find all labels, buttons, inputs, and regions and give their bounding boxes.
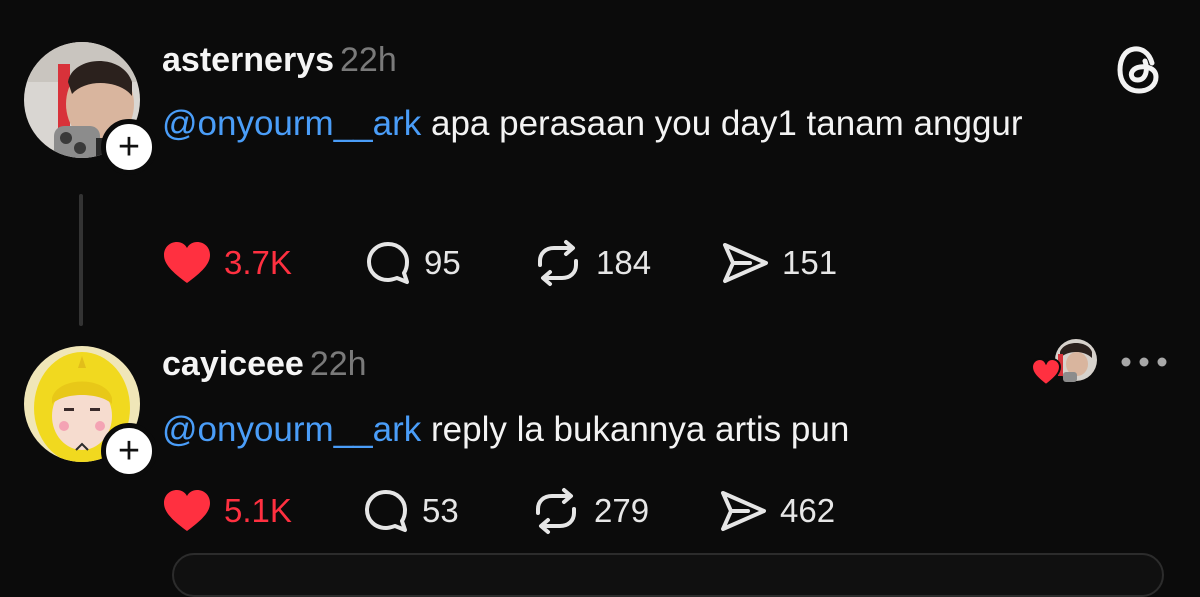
thread-post: + cayiceee 22h @onyourm__ark reply la buk… <box>0 330 1200 565</box>
thread-post: + asternerys 22h @onyourm__ark apa perasa… <box>0 0 1200 330</box>
heart-icon <box>164 490 210 531</box>
username[interactable]: asternerys <box>162 41 334 79</box>
post-text: @onyourm__ark reply la bukannya artis pu… <box>162 404 1062 456</box>
like-count: 3.7K <box>224 244 292 281</box>
repost-count: 279 <box>594 492 650 529</box>
follow-plus-button[interactable]: + <box>101 119 157 175</box>
share-button[interactable]: 151 <box>720 238 837 288</box>
post-time: 22h <box>340 41 397 79</box>
share-count: 462 <box>780 492 836 529</box>
liked-by-author-indicator[interactable] <box>1030 338 1100 388</box>
plus-icon: + <box>117 430 141 472</box>
share-count: 151 <box>782 244 838 281</box>
post-header: asternerys 22h <box>162 40 397 80</box>
repost-button[interactable]: 279 <box>530 486 649 536</box>
like-button[interactable]: 5.1K <box>162 486 292 536</box>
mention-link[interactable]: @onyourm__ark <box>162 410 421 449</box>
post-body: reply la bukannya artis pun <box>421 410 850 449</box>
more-dots-icon[interactable] <box>1118 350 1170 374</box>
reply-button[interactable]: 53 <box>362 486 459 536</box>
repost-count: 184 <box>596 244 652 281</box>
plus-icon: + <box>117 126 141 168</box>
post-text: @onyourm__ark apa perasaan you day1 tana… <box>162 98 1062 150</box>
share-icon <box>721 491 766 531</box>
action-bar: 5.1K 53 279 462 <box>162 486 862 536</box>
reply-count: 95 <box>424 244 461 281</box>
avatar-container: + <box>24 42 157 175</box>
reply-bubble-icon <box>367 242 409 284</box>
heart-icon <box>164 242 210 283</box>
post-time: 22h <box>309 345 367 383</box>
repost-icon <box>536 488 576 534</box>
reply-count: 53 <box>422 492 459 529</box>
repost-icon <box>538 240 578 286</box>
post-body: apa perasaan you day1 tanam anggur <box>421 104 1023 143</box>
reply-button[interactable]: 95 <box>364 238 461 288</box>
avatar-container: + <box>24 346 157 479</box>
share-icon <box>723 243 768 283</box>
action-bar: 3.7K 95 184 151 <box>162 238 862 288</box>
mention-link[interactable]: @onyourm__ark <box>162 104 421 143</box>
follow-plus-button[interactable]: + <box>101 423 157 479</box>
thread-connector-line <box>79 194 83 326</box>
reply-bubble-icon <box>365 490 407 532</box>
repost-button[interactable]: 184 <box>532 238 651 288</box>
like-count: 5.1K <box>224 492 292 529</box>
post-header: cayiceee 22h <box>162 344 367 384</box>
username[interactable]: cayiceee <box>162 345 304 383</box>
share-button[interactable]: 462 <box>718 486 835 536</box>
like-button[interactable]: 3.7K <box>162 238 292 288</box>
embedded-card-edge <box>172 553 1164 597</box>
